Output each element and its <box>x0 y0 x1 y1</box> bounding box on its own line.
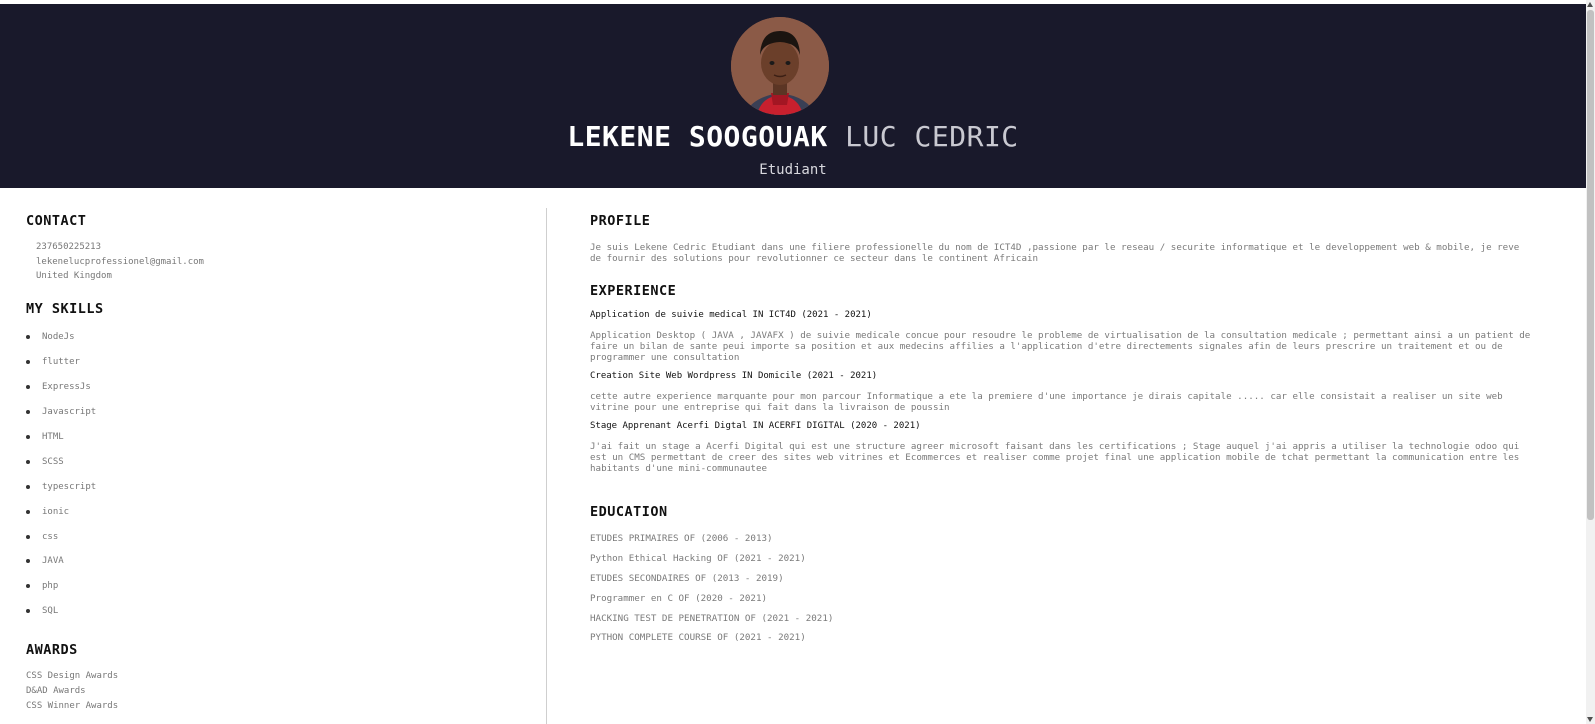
award-item: D&AD Awards <box>26 686 86 696</box>
column-divider <box>546 208 547 724</box>
resume-header: LEKENE SOOGOUAK LUC CEDRIC Etudiant <box>0 4 1586 188</box>
education-item: HACKING TEST DE PENETRATION OF (2021 - 2… <box>590 613 834 624</box>
bullet-icon <box>26 410 30 415</box>
last-name: LUC CEDRIC <box>845 120 1019 153</box>
experience-text: Application Desktop ( JAVA , JAVAFX ) de… <box>590 330 1531 363</box>
bullet-icon <box>26 360 30 365</box>
skill-item: NodeJs <box>26 325 96 350</box>
skill-item: css <box>26 524 96 549</box>
experience-title: Stage Apprenant Acerfi Digtal IN ACERFI … <box>590 421 921 431</box>
award-item: CSS Winner Awards <box>26 701 119 711</box>
contact-phone: 237650225213 <box>36 242 102 252</box>
skill-item: php <box>26 574 96 599</box>
skill-item: HTML <box>26 425 96 450</box>
skill-item: ExpressJs <box>26 375 96 400</box>
contact-heading: CONTACT <box>26 213 87 229</box>
awards-heading: AWARDS <box>26 642 78 658</box>
education-item: Programmer en C OF (2020 - 2021) <box>590 593 768 604</box>
skill-item: Javascript <box>26 400 96 425</box>
skill-item: SQL <box>26 599 96 624</box>
first-name: LEKENE SOOGOUAK <box>567 120 828 153</box>
experience-text: J'ai fait un stage a Acerfi Digital qui … <box>590 441 1520 474</box>
bullet-icon <box>26 534 30 539</box>
bullet-icon <box>26 609 30 614</box>
scroll-down-arrow-icon[interactable] <box>1587 717 1593 722</box>
skill-item: typescript <box>26 474 96 499</box>
education-item: Python Ethical Hacking OF (2021 - 2021) <box>590 553 806 564</box>
education-heading: EDUCATION <box>590 504 668 520</box>
skill-item: flutter <box>26 350 96 375</box>
profile-heading: PROFILE <box>590 213 651 229</box>
job-title: Etudiant <box>759 162 827 178</box>
experience-heading: EXPERIENCE <box>590 283 677 299</box>
experience-title: Creation Site Web Wordpress IN Domicile … <box>590 371 878 381</box>
bullet-icon <box>26 385 30 390</box>
education-item: ETUDES PRIMAIRES OF (2006 - 2013) <box>590 533 773 544</box>
contact-location: United Kingdom <box>36 271 112 281</box>
experience-title: Application de suivie medical IN ICT4D (… <box>590 310 872 320</box>
bullet-icon <box>26 484 30 489</box>
skill-item: SCSS <box>26 449 96 474</box>
award-item: CSS Design Awards <box>26 671 119 681</box>
contact-email[interactable]: lekenelucprofessionel@gmail.com <box>36 257 204 267</box>
scroll-up-arrow-icon[interactable] <box>1587 2 1593 7</box>
bullet-icon <box>26 509 30 514</box>
bullet-icon <box>26 435 30 439</box>
avatar <box>731 17 829 115</box>
full-name: LEKENE SOOGOUAK LUC CEDRIC <box>0 120 1586 153</box>
skill-item: ionic <box>26 499 96 524</box>
profile-text: Je suis Lekene Cedric Etudiant dans une … <box>590 242 1520 264</box>
skills-list: NodeJs flutter ExpressJs Javascript HTML… <box>26 325 96 624</box>
bullet-icon <box>26 459 30 464</box>
skill-item: JAVA <box>26 549 96 574</box>
vertical-scrollbar[interactable] <box>1586 0 1595 724</box>
bullet-icon <box>26 559 30 564</box>
bullet-icon <box>26 584 30 589</box>
skills-heading: MY SKILLS <box>26 301 104 317</box>
bullet-icon <box>26 335 30 340</box>
scrollbar-thumb[interactable] <box>1587 10 1594 520</box>
avatar-illustration <box>731 17 829 115</box>
education-item: ETUDES SECONDAIRES OF (2013 - 2019) <box>590 573 784 584</box>
experience-text: cette autre experience marquante pour mo… <box>590 391 1503 413</box>
education-item: PYTHON COMPLETE COURSE OF (2021 - 2021) <box>590 632 806 643</box>
